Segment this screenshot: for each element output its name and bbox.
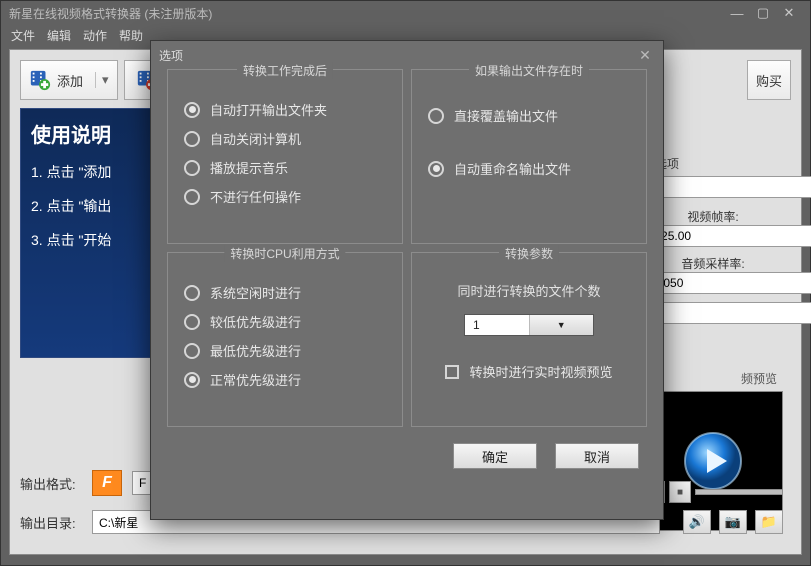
radio-icon: [428, 161, 444, 177]
add-button-label: 添加: [57, 71, 83, 90]
preview-title: 频预览: [643, 370, 783, 387]
footer-snapshot-icon[interactable]: 📷: [719, 510, 747, 534]
convert-params-legend: 转换参数: [499, 245, 559, 262]
cpu-opt-low[interactable]: 较低优先级进行: [184, 312, 386, 331]
radio-icon: [184, 285, 200, 301]
menu-file[interactable]: 文件: [11, 27, 35, 44]
concurrent-count-value: 1: [465, 315, 529, 335]
after-opt-play-sound[interactable]: 播放提示音乐: [184, 158, 386, 177]
cpu-opt-normal[interactable]: 正常优先级进行: [184, 370, 386, 389]
radio-icon: [184, 131, 200, 147]
cpu-usage-legend: 转换时CPU利用方式: [224, 245, 345, 262]
radio-icon: [184, 343, 200, 359]
preview-stop-button[interactable]: ■: [669, 481, 691, 503]
radio-icon: [184, 372, 200, 388]
instructions-heading: 使用说明: [31, 119, 159, 148]
buy-button-label: 购买: [756, 71, 782, 90]
buy-button[interactable]: 购买: [747, 60, 791, 100]
window-title: 新星在线视频格式转换器 (未注册版本): [9, 5, 212, 22]
options-dialog: 选项 ✕ 转换工作完成后 自动打开输出文件夹 自动关闭计算机 播放提示音乐 不进…: [150, 40, 664, 520]
after-opt-shutdown[interactable]: 自动关闭计算机: [184, 129, 386, 148]
cancel-button[interactable]: 取消: [555, 443, 639, 469]
radio-icon: [184, 102, 200, 118]
format-badge: F: [92, 470, 122, 496]
instruction-step-3: 3. 点击 "开始: [31, 230, 159, 250]
radio-icon: [184, 314, 200, 330]
maximize-button[interactable]: ▢: [750, 4, 776, 22]
samplerate-input[interactable]: [643, 272, 811, 294]
cpu-opt-idle[interactable]: 系统空闲时进行: [184, 283, 386, 302]
titlebar: 新星在线视频格式转换器 (未注册版本) — ▢ ✕: [1, 1, 810, 25]
footer-icons: 🔊 📷 📁: [683, 510, 783, 534]
settings-title: 置选项: [643, 155, 783, 172]
samplerate-label: 音频采样率:: [643, 255, 783, 272]
preview-area: 频预览: [643, 370, 783, 531]
ok-button[interactable]: 确定: [453, 443, 537, 469]
options-close-button[interactable]: ✕: [635, 45, 655, 65]
radio-icon: [428, 108, 444, 124]
add-dropdown-icon[interactable]: ▾: [95, 72, 109, 88]
framerate-input[interactable]: [654, 225, 811, 247]
after-opt-open-folder[interactable]: 自动打开输出文件夹: [184, 100, 386, 119]
instruction-step-1: 1. 点击 "添加: [31, 162, 159, 182]
cpu-opt-lowest[interactable]: 最低优先级进行: [184, 341, 386, 360]
menu-action[interactable]: 动作: [83, 27, 107, 44]
minimize-button[interactable]: —: [724, 4, 750, 22]
footer-folder-icon[interactable]: 📁: [755, 510, 783, 534]
concurrent-count-select[interactable]: 1 ▼: [464, 314, 594, 336]
after-convert-legend: 转换工作完成后: [237, 62, 333, 79]
concurrent-count-label: 同时进行转换的文件个数: [428, 281, 630, 300]
settings-sidebar: 置选项 ▾ 视频帧率: ▾ ▾ 音频采样率: ▾ ▾: [643, 155, 783, 324]
preview-controls: ▶ ■: [643, 480, 783, 504]
output-dir-label: 输出目录:: [20, 513, 82, 532]
convert-params-group: 转换参数 同时进行转换的文件个数 1 ▼ 转换时进行实时视频预览: [411, 252, 647, 427]
options-title: 选项: [159, 47, 183, 64]
preview-seek-bar[interactable]: [695, 489, 783, 495]
framerate-label: 视频帧率:: [643, 208, 783, 225]
after-opt-nothing[interactable]: 不进行任何操作: [184, 187, 386, 206]
footer-sound-icon[interactable]: 🔊: [683, 510, 711, 534]
extra-combo[interactable]: [654, 302, 811, 324]
menu-edit[interactable]: 编辑: [47, 27, 71, 44]
radio-icon: [184, 189, 200, 205]
film-add-icon: [29, 69, 51, 91]
realtime-preview-checkbox[interactable]: 转换时进行实时视频预览: [428, 362, 630, 381]
instruction-step-2: 2. 点击 "输出: [31, 196, 159, 216]
close-button[interactable]: ✕: [776, 4, 802, 22]
if-exists-legend: 如果输出文件存在时: [469, 62, 589, 79]
exists-opt-rename[interactable]: 自动重命名输出文件: [428, 159, 630, 178]
menu-help[interactable]: 帮助: [119, 27, 143, 44]
cpu-usage-group: 转换时CPU利用方式 系统空闲时进行 较低优先级进行 最低优先级进行 正常优先级…: [167, 252, 403, 427]
radio-icon: [184, 160, 200, 176]
if-exists-group: 如果输出文件存在时 直接覆盖输出文件 自动重命名输出文件: [411, 69, 647, 244]
instructions-panel: 使用说明 1. 点击 "添加 2. 点击 "输出 3. 点击 "开始: [20, 108, 170, 358]
after-convert-group: 转换工作完成后 自动打开输出文件夹 自动关闭计算机 播放提示音乐 不进行任何操作: [167, 69, 403, 244]
checkbox-icon: [445, 365, 459, 379]
options-buttons: 确定 取消: [151, 427, 663, 469]
exists-opt-overwrite[interactable]: 直接覆盖输出文件: [428, 106, 630, 125]
profile-combo[interactable]: [643, 176, 811, 198]
output-format-label: 输出格式:: [20, 474, 82, 493]
chevron-down-icon: ▼: [529, 315, 594, 335]
add-button[interactable]: 添加 ▾: [20, 60, 118, 100]
